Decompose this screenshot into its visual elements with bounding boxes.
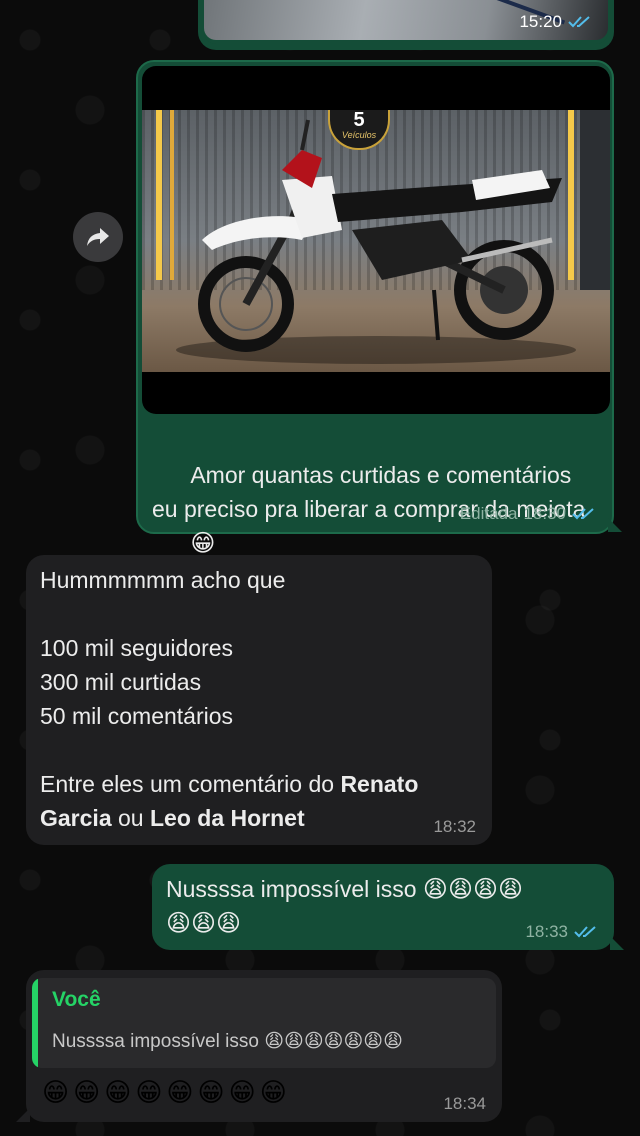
prev-media-message[interactable]: 15:20 xyxy=(198,0,614,50)
message-time: 18:34 xyxy=(443,1094,486,1113)
outgoing-message-2[interactable]: Nussssa impossível isso 😩😩😩😩 😩😩😩 18:33 xyxy=(152,864,624,950)
quote-author: Você xyxy=(52,988,101,1011)
outgoing-message-meta: 18:33 xyxy=(525,922,598,942)
double-check-icon xyxy=(568,16,590,28)
photo-message[interactable]: 5 Veículos Amor quantas curtidas e comen… xyxy=(136,60,622,557)
forward-button[interactable] xyxy=(73,212,123,262)
prev-message-meta: 15:20 xyxy=(519,12,592,32)
incoming-message-2[interactable]: Você Nussssa impossível isso 😩😩😩😩😩😩😩 😁😁😁… xyxy=(16,970,502,1122)
photo-message-meta: Editada 18:30 xyxy=(460,504,596,524)
motorcycle-photo[interactable]: 5 Veículos xyxy=(142,66,610,414)
weary-emoji: 😩😩😩😩😩😩😩 xyxy=(264,1030,403,1052)
incoming-message-1[interactable]: Hummmmmm acho que 100 mil seguidores 300… xyxy=(26,555,492,845)
quote-accent-bar xyxy=(32,978,38,1068)
double-check-icon xyxy=(574,926,596,938)
message-time: 15:20 xyxy=(519,12,562,31)
grin-emoji: 😁 xyxy=(190,529,216,557)
weary-emoji: 😩😩😩😩 xyxy=(422,875,523,903)
showroom-scene: 5 Veículos xyxy=(142,110,610,372)
double-check-icon xyxy=(572,508,594,520)
message-time: 18:33 xyxy=(525,922,568,941)
motorcycle-illustration xyxy=(176,119,576,364)
incoming-message-meta: 18:32 xyxy=(433,817,476,837)
forward-icon xyxy=(87,228,109,246)
message-text: Hummmmmm acho que 100 mil seguidores 300… xyxy=(40,567,419,831)
message-time: 18:32 xyxy=(433,817,476,836)
message-time: 18:30 xyxy=(523,504,566,523)
edited-label: Editada xyxy=(459,504,518,523)
quoted-message[interactable]: Você Nussssa impossível isso 😩😩😩😩😩😩😩 xyxy=(32,978,496,1068)
chat-area: 15:20 5 Veículos Amor quantas curtidas e… xyxy=(0,0,640,1136)
grin-emoji: 😁😁😁😁😁😁😁😁 xyxy=(42,1078,291,1108)
incoming-message-meta: 18:34 xyxy=(443,1094,486,1114)
quote-text: Nussssa impossível isso 😩😩😩😩😩😩😩 xyxy=(52,1030,403,1052)
